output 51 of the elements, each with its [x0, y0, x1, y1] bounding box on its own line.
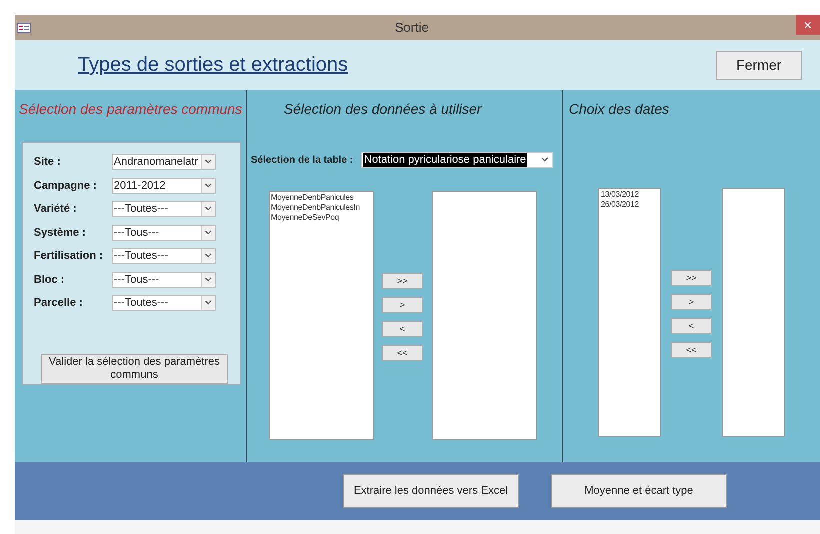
available-list[interactable]: MoyenneDenbPanicules MoyenneDenbPaniculesIn MoyenneDeSevPoq [269, 191, 374, 440]
dropdown-icon[interactable] [201, 155, 215, 170]
field-label: Site : [34, 155, 62, 170]
field-label: Parcelle : [34, 296, 84, 311]
close-form-button[interactable]: Fermer [716, 50, 802, 80]
table-combo[interactable]: Notation pyriculariose paniculaire [361, 152, 554, 168]
table-label: Sélection de la table : [251, 154, 354, 168]
dropdown-icon[interactable] [201, 202, 215, 216]
section-heading: Sélection des données à utiliser [284, 100, 483, 119]
field-label: Campagne : [34, 178, 98, 194]
move-button[interactable]: > [671, 294, 712, 310]
dropdown-icon[interactable] [201, 272, 215, 287]
window-title: Sortie [395, 18, 429, 37]
move-button[interactable]: < [382, 321, 423, 337]
move-button[interactable]: > [382, 297, 423, 313]
move-button[interactable]: << [671, 342, 712, 358]
combo-box[interactable]: ---Toutes--- [112, 248, 216, 264]
move-button[interactable]: < [671, 318, 712, 334]
list-item[interactable]: MoyenneDeSevPoq [271, 213, 373, 223]
list-item[interactable]: 13/03/2012 [601, 190, 660, 200]
combo-box[interactable]: ---Tous--- [112, 272, 216, 288]
selected-list[interactable] [432, 191, 537, 440]
validate-button[interactable]: Valider la sélection des paramètres communs [41, 354, 228, 384]
dropdown-icon[interactable] [201, 178, 215, 193]
combo-box[interactable]: ---Tous--- [112, 224, 216, 241]
available-dates-list[interactable]: 13/03/2012 26/03/2012 [598, 188, 661, 437]
combo-box[interactable]: ---Toutes--- [112, 295, 216, 312]
combo-box[interactable]: 2011-2012 [112, 178, 216, 194]
selected-dates-list[interactable] [722, 188, 785, 437]
field-label: Bloc : [34, 272, 66, 288]
move-button[interactable]: >> [671, 270, 712, 286]
form-icon [17, 22, 31, 32]
action-button[interactable]: Moyenne et écart type [551, 474, 727, 508]
field-label: Système : [34, 226, 87, 240]
move-button[interactable]: << [382, 345, 423, 361]
list-item[interactable]: MoyenneDenbPanicules [271, 193, 373, 203]
field-label: Fertilisation : [34, 249, 104, 264]
close-button[interactable]: × [796, 15, 820, 35]
dropdown-icon[interactable] [201, 249, 215, 264]
list-item[interactable]: MoyenneDenbPaniculesIn [271, 203, 373, 213]
section-heading: Sélection des paramètres communs [19, 100, 244, 119]
combo-box[interactable]: ---Toutes--- [112, 201, 216, 218]
action-button[interactable]: Extraire les données vers Excel [343, 474, 519, 508]
dropdown-icon[interactable] [201, 296, 215, 310]
dropdown-icon[interactable] [201, 226, 215, 240]
combo-box[interactable]: Andranomanelatr [112, 154, 216, 170]
field-label: Variété : [34, 202, 78, 217]
move-button[interactable]: >> [382, 273, 423, 289]
list-item[interactable]: 26/03/2012 [601, 200, 660, 210]
form-title: Types de sorties et extractions [78, 53, 348, 78]
section-heading: Choix des dates [569, 100, 670, 119]
